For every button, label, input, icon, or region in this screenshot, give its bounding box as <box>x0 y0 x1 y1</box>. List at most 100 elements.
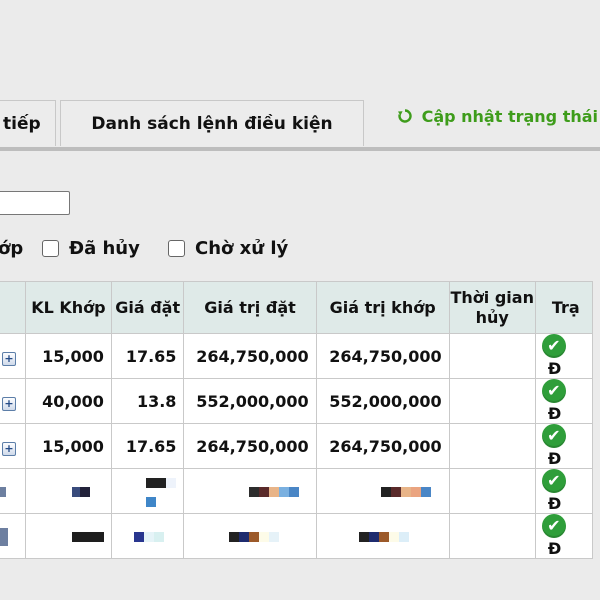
cell-gia-tri-khop: 552,000,000 <box>315 378 450 424</box>
plus-icon[interactable]: + <box>2 441 16 456</box>
checkbox[interactable] <box>168 240 185 257</box>
cell-status: ✔Đ <box>534 378 594 424</box>
redacted-cell <box>315 468 450 514</box>
cell-gia-dat: 13.8 <box>110 378 185 424</box>
filter-da-huy[interactable]: Đã hủy <box>42 238 140 259</box>
status-text: Đ <box>547 539 562 558</box>
table-row: + 40,000 13.8 552,000,000 552,000,000 ✔Đ <box>0 378 594 424</box>
column-header-gia-tri-dat[interactable]: Giá trị đặt <box>183 281 317 334</box>
column-header-thoi-gian-huy[interactable]: Thời gian hủy <box>448 281 536 334</box>
redacted-block <box>378 532 389 542</box>
column-header-gia-dat[interactable]: Giá đặt <box>110 281 185 334</box>
redacted-block <box>0 527 8 546</box>
status-text: Đ <box>547 449 562 468</box>
cell-status: ✔Đ <box>534 513 594 559</box>
column-header <box>0 281 26 334</box>
column-header-trang-thai[interactable]: Trạ <box>534 281 594 334</box>
status-text: Đ <box>547 404 562 423</box>
redacted-cell <box>183 468 317 514</box>
redacted-block <box>289 487 300 497</box>
redacted-block <box>249 487 260 497</box>
redacted-cell <box>183 513 317 559</box>
redacted-cell <box>110 513 185 559</box>
check-circle-icon: ✔ <box>541 424 566 448</box>
check-circle-icon: ✔ <box>541 469 566 493</box>
filter-label: Chờ xử lý <box>195 238 289 259</box>
redacted-cell <box>110 468 185 514</box>
redacted-block <box>398 532 409 542</box>
cell-thoi-gian-huy <box>448 513 536 559</box>
redacted-block <box>165 477 176 488</box>
redacted-block <box>388 532 399 542</box>
redacted-block <box>79 487 90 497</box>
tab-divider <box>0 147 600 151</box>
check-circle-icon: ✔ <box>541 379 566 403</box>
filter-label: Đã hủy <box>69 238 140 259</box>
tab-truc-tiep[interactable]: tiếp <box>0 100 56 146</box>
refresh-label: Cập nhật trạng thái l <box>421 107 600 126</box>
cell-gia-tri-dat: 264,750,000 <box>183 333 317 379</box>
cell-status: ✔Đ <box>534 423 594 469</box>
redacted-block <box>259 532 270 542</box>
check-circle-icon: ✔ <box>541 514 566 538</box>
cell-kl-khop: 15,000 <box>24 423 112 469</box>
cell-kl-khop: 40,000 <box>24 378 112 424</box>
cell-kl-khop: 15,000 <box>24 333 112 379</box>
table-row-redacted: ✔Đ <box>0 468 594 514</box>
redacted-block <box>145 496 156 507</box>
redacted-block <box>133 532 144 542</box>
redacted-block <box>229 532 240 542</box>
orders-table: KL Khớp Giá đặt Giá trị đặt Giá trị khớp… <box>0 281 594 559</box>
redacted-block <box>71 487 80 497</box>
redacted-block <box>269 532 280 542</box>
redacted-block <box>380 487 391 497</box>
refresh-icon <box>398 107 418 126</box>
redacted-block <box>71 532 104 542</box>
cell-gia-tri-khop: 264,750,000 <box>315 333 450 379</box>
cell-gia-tri-khop: 264,750,000 <box>315 423 450 469</box>
redacted-block <box>269 487 280 497</box>
check-circle-icon: ✔ <box>541 334 566 358</box>
redacted-block <box>249 532 260 542</box>
redacted-block <box>400 487 411 497</box>
redacted-block <box>420 487 431 497</box>
cell-thoi-gian-huy <box>448 333 536 379</box>
tab-conditional-orders[interactable]: Danh sách lệnh điều kiện <box>60 100 364 146</box>
cell-status: ✔Đ <box>534 468 594 514</box>
redacted-block <box>259 487 270 497</box>
column-header-kl-khop[interactable]: KL Khớp <box>24 281 112 334</box>
search-input[interactable] <box>0 191 70 215</box>
refresh-status-link[interactable]: Cập nhật trạng thái l <box>398 107 600 126</box>
cell-gia-dat: 17.65 <box>110 333 185 379</box>
cell-gia-dat: 17.65 <box>110 423 185 469</box>
cell-gia-tri-dat: 264,750,000 <box>183 423 317 469</box>
redacted-cell <box>24 513 112 559</box>
redacted-cell <box>24 468 112 514</box>
status-text: Đ <box>547 359 562 378</box>
redacted-cell <box>315 513 450 559</box>
redacted-block <box>153 532 164 542</box>
status-text: Đ <box>547 494 562 513</box>
redacted-block <box>145 477 166 488</box>
redacted-block <box>390 487 401 497</box>
checkbox[interactable] <box>42 240 59 257</box>
cell-thoi-gian-huy <box>448 468 536 514</box>
cell-thoi-gian-huy <box>448 423 536 469</box>
redacted-block <box>239 532 250 542</box>
filter-label: ớp <box>0 238 24 259</box>
cell-status: ✔Đ <box>534 333 594 379</box>
table-row: + 15,000 17.65 264,750,000 264,750,000 ✔… <box>0 333 594 379</box>
redacted-block <box>143 532 154 542</box>
column-header-gia-tri-khop[interactable]: Giá trị khớp <box>315 281 450 334</box>
plus-icon[interactable]: + <box>2 351 16 366</box>
redacted-block <box>358 532 369 542</box>
plus-icon[interactable]: + <box>2 396 16 411</box>
cell-thoi-gian-huy <box>448 378 536 424</box>
redacted-block <box>0 487 6 497</box>
table-row-redacted: ✔Đ <box>0 513 594 559</box>
cell-gia-tri-dat: 552,000,000 <box>183 378 317 424</box>
redacted-block <box>279 487 290 497</box>
filter-khop[interactable]: ớp <box>0 238 23 259</box>
filter-cho-xu-ly[interactable]: Chờ xử lý <box>168 238 288 259</box>
redacted-block <box>368 532 379 542</box>
